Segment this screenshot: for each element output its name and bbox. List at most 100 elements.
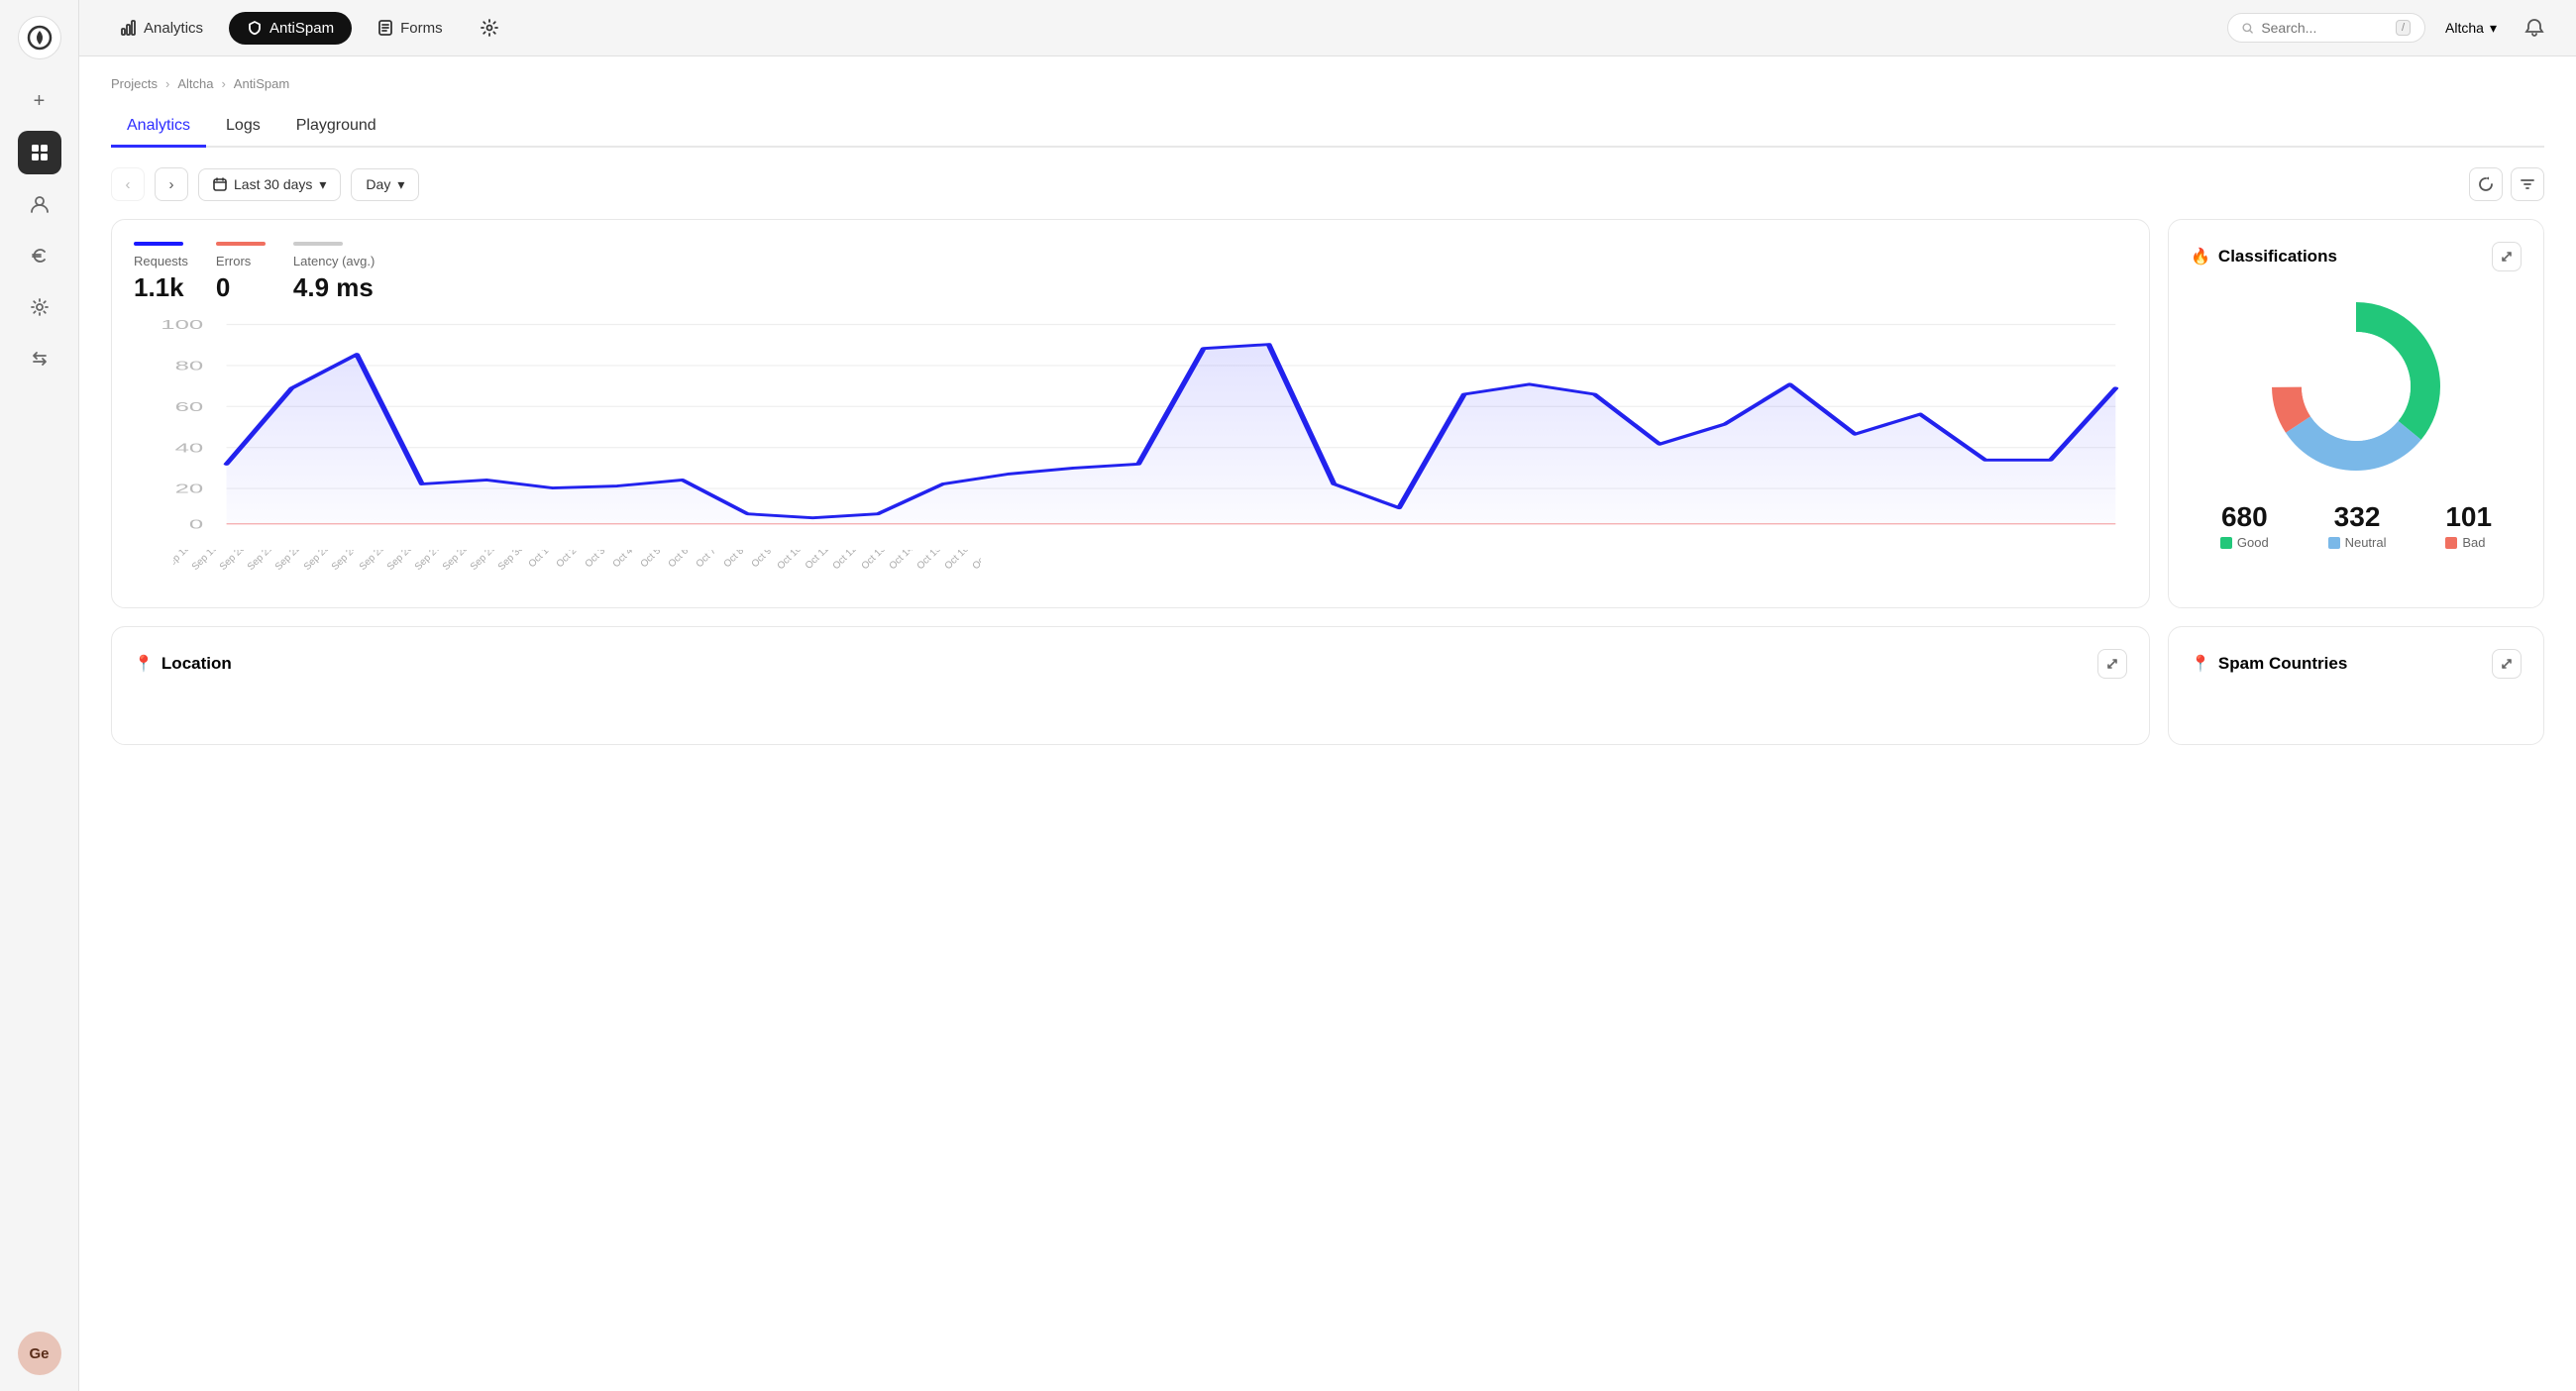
legend-requests: Requests 1.1k xyxy=(134,242,188,303)
x-label: Sep 21 xyxy=(246,550,275,573)
notification-bell[interactable] xyxy=(2517,10,2552,46)
x-label: Oct 2 xyxy=(555,550,580,570)
legend-latency: Latency (avg.) 4.9 ms xyxy=(293,242,375,303)
next-button[interactable]: › xyxy=(155,167,188,201)
x-label: Oct 16 xyxy=(942,550,971,572)
nav-tab-settings[interactable] xyxy=(469,11,510,45)
x-label: Oct 13 xyxy=(859,550,888,572)
page-tabs: Analytics Logs Playground xyxy=(111,107,2544,148)
x-label: Oct 17 xyxy=(971,550,981,572)
line-chart-svg: 100 80 60 40 20 0 xyxy=(134,313,2127,541)
x-label: Oct 14 xyxy=(887,550,915,572)
stat-good: 680 Good xyxy=(2220,501,2269,550)
chart-legend: Requests 1.1k Errors 0 Latency (avg.) 4.… xyxy=(134,242,2127,303)
breadcrumb-antispam[interactable]: AntiSpam xyxy=(234,76,289,91)
x-label: Sep 27 xyxy=(413,550,443,573)
nav-tab-antispam[interactable]: AntiSpam xyxy=(229,12,352,45)
x-axis: Sep 18Sep 19Sep 20Sep 21Sep 22Sep 23Sep … xyxy=(173,550,981,586)
tab-playground[interactable]: Playground xyxy=(280,107,392,148)
nav-tab-analytics[interactable]: Analytics xyxy=(103,12,221,45)
spam-countries-expand[interactable] xyxy=(2492,649,2522,679)
x-label: Oct 7 xyxy=(695,550,719,570)
stats-row: 680 Good 332 Neutral 1 xyxy=(2191,501,2522,550)
sidebar-icon-euro[interactable] xyxy=(18,234,61,277)
tab-logs[interactable]: Logs xyxy=(210,107,276,148)
legend-line-requests xyxy=(134,242,183,246)
x-label: Sep 23 xyxy=(301,550,331,573)
x-label: Oct 5 xyxy=(638,550,663,570)
sidebar-icon-gear[interactable] xyxy=(18,285,61,329)
location-pin-icon: 📍 xyxy=(134,654,154,674)
x-label: Oct 15 xyxy=(914,550,943,572)
x-label: Oct 12 xyxy=(831,550,860,572)
spam-countries-title: Spam Countries xyxy=(2218,654,2484,674)
granularity-dropdown[interactable]: Day ▾ xyxy=(351,168,419,201)
x-label: Sep 19 xyxy=(190,550,220,573)
main-area: Analytics AntiSpam Forms xyxy=(79,0,2576,1391)
breadcrumb-altcha[interactable]: Altcha xyxy=(177,76,213,91)
page-content: Projects › Altcha › AntiSpam Analytics L… xyxy=(79,56,2576,1391)
x-label: Oct 8 xyxy=(722,550,747,570)
x-label: Oct 6 xyxy=(666,550,691,570)
sidebar-icon-add[interactable]: + xyxy=(18,79,61,123)
classifications-header: 🔥 Classifications xyxy=(2191,242,2522,271)
x-label: Oct 9 xyxy=(750,550,775,570)
x-label: Oct 10 xyxy=(776,550,805,572)
line-chart-card: Requests 1.1k Errors 0 Latency (avg.) 4.… xyxy=(111,219,2150,608)
svg-text:40: 40 xyxy=(175,442,204,456)
sidebar-icon-grid[interactable] xyxy=(18,131,61,174)
location-expand[interactable] xyxy=(2097,649,2127,679)
user-menu-button[interactable]: Altcha ▾ xyxy=(2433,14,2509,43)
bottom-row: 📍 Location 📍 Spam Countries xyxy=(111,626,2544,745)
svg-text:0: 0 xyxy=(189,518,203,532)
toolbar-right xyxy=(2469,167,2544,201)
breadcrumb-projects[interactable]: Projects xyxy=(111,76,158,91)
donut-chart-svg xyxy=(2257,287,2455,485)
search-input[interactable] xyxy=(2261,20,2388,36)
stat-neutral: 332 Neutral xyxy=(2328,501,2387,550)
spam-countries-header: 📍 Spam Countries xyxy=(2191,649,2522,679)
legend-line-errors xyxy=(216,242,266,246)
svg-text:60: 60 xyxy=(175,400,204,414)
x-label: Sep 18 xyxy=(173,550,192,573)
nav-tab-forms[interactable]: Forms xyxy=(360,12,461,45)
spam-countries-card: 📍 Spam Countries xyxy=(2168,626,2544,745)
svg-text:20: 20 xyxy=(175,482,204,496)
x-label: Sep 29 xyxy=(469,550,498,573)
dot-bad xyxy=(2445,537,2457,549)
date-range-dropdown[interactable]: Last 30 days ▾ xyxy=(198,168,341,201)
breadcrumb: Projects › Altcha › AntiSpam xyxy=(111,76,2544,91)
user-avatar[interactable]: Ge xyxy=(18,1332,61,1375)
spam-pin-icon: 📍 xyxy=(2191,654,2210,674)
chart-area: 100 80 60 40 20 0 xyxy=(134,313,2127,548)
location-header: 📍 Location xyxy=(134,649,2127,679)
topnav: Analytics AntiSpam Forms xyxy=(79,0,2576,56)
classifications-expand[interactable] xyxy=(2492,242,2522,271)
x-label: Sep 26 xyxy=(385,550,415,573)
prev-button[interactable]: ‹ xyxy=(111,167,145,201)
x-label: Oct 3 xyxy=(583,550,607,570)
dot-good xyxy=(2220,537,2232,549)
sidebar-icon-user[interactable] xyxy=(18,182,61,226)
x-label: Sep 30 xyxy=(496,550,526,573)
svg-text:80: 80 xyxy=(175,360,204,374)
classifications-card: 🔥 Classifications xyxy=(2168,219,2544,608)
search-shortcut: / xyxy=(2396,20,2411,36)
x-label: Sep 22 xyxy=(273,550,303,573)
svg-text:100: 100 xyxy=(161,318,203,332)
location-card: 📍 Location xyxy=(111,626,2150,745)
x-label: Sep 20 xyxy=(218,550,248,573)
donut-container xyxy=(2191,287,2522,485)
refresh-button[interactable] xyxy=(2469,167,2503,201)
x-label: Oct 4 xyxy=(610,550,635,570)
tab-analytics[interactable]: Analytics xyxy=(111,107,206,148)
classifications-title: Classifications xyxy=(2218,247,2484,267)
filter-button[interactable] xyxy=(2511,167,2544,201)
search-box[interactable]: / xyxy=(2227,13,2425,43)
x-label: Sep 25 xyxy=(358,550,387,573)
sidebar-icon-transfer[interactable] xyxy=(18,337,61,380)
sidebar: + Ge xyxy=(0,0,79,1391)
x-label: Sep 24 xyxy=(329,550,359,573)
app-logo[interactable] xyxy=(18,16,61,59)
x-label: Oct 11 xyxy=(804,550,831,572)
